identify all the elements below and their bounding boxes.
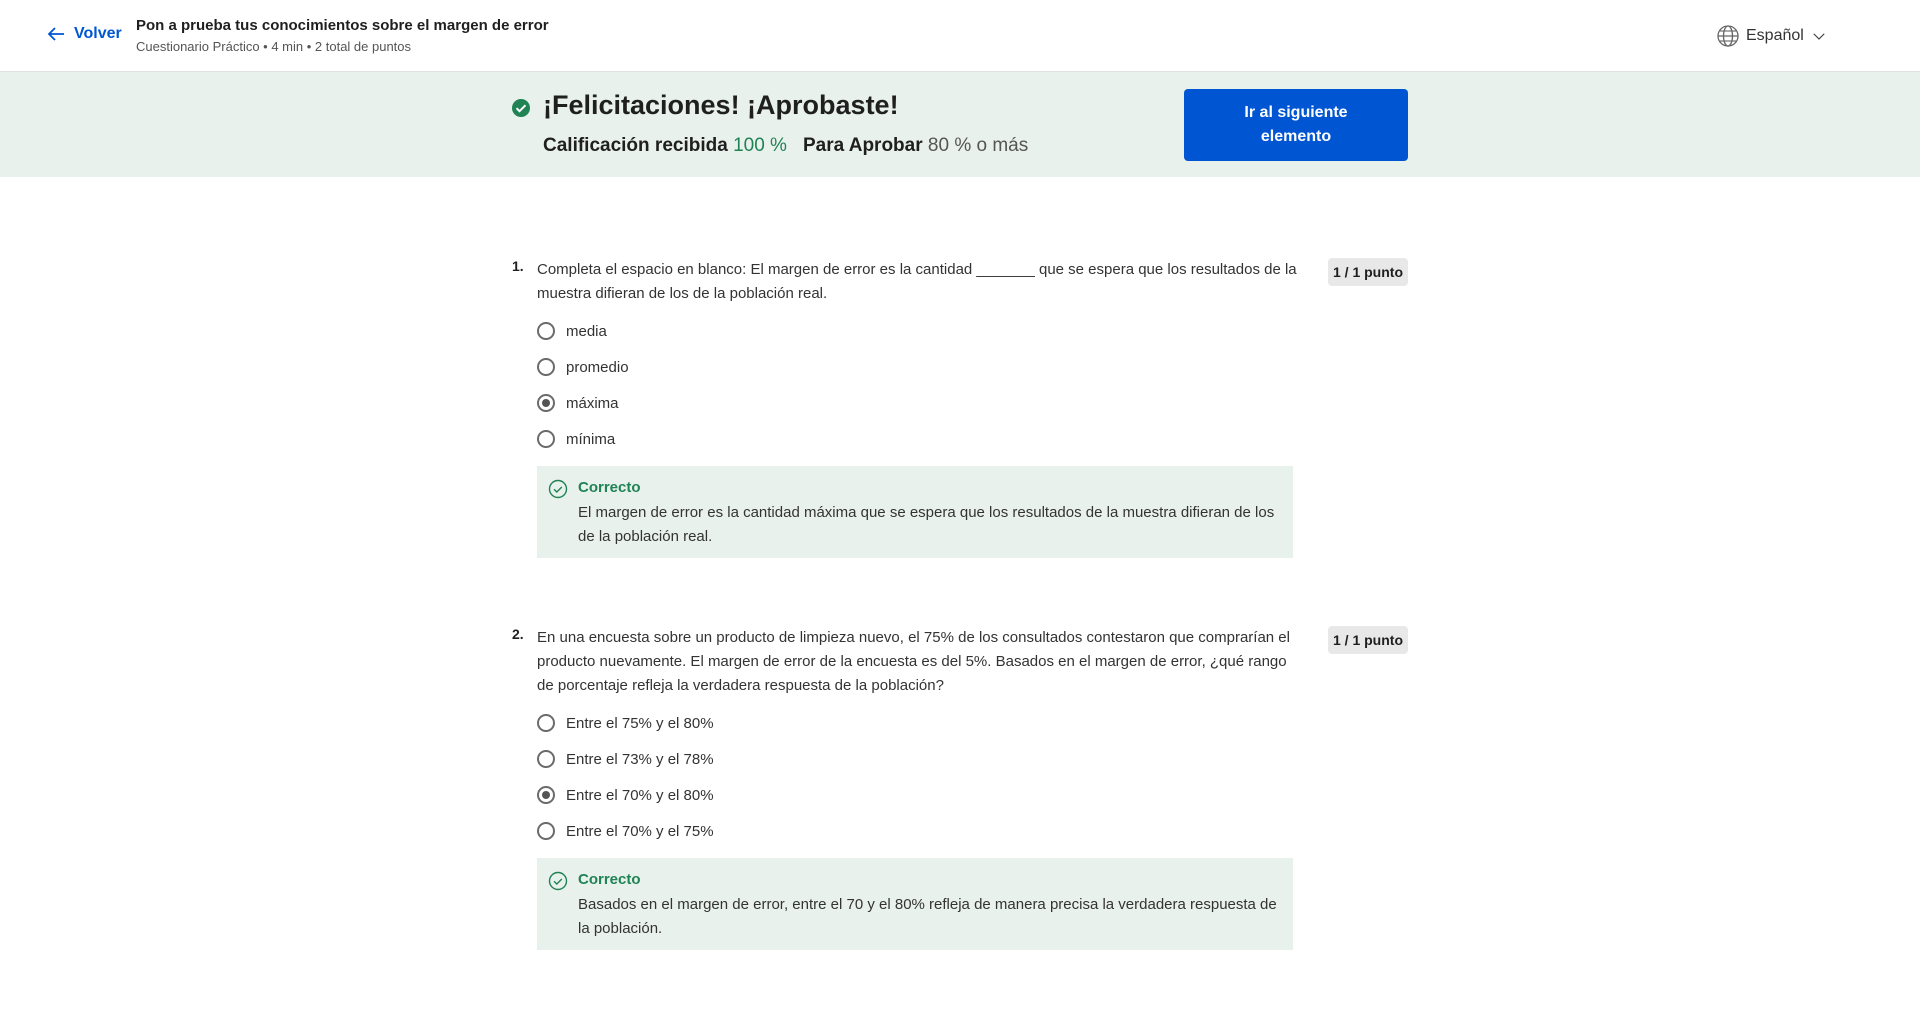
option-label: media xyxy=(566,322,607,340)
option-label: Entre el 75% y el 80% xyxy=(566,714,714,732)
radio-button[interactable] xyxy=(537,822,555,840)
question-number: 1. xyxy=(512,258,524,274)
question-text: Completa el espacio en blanco: El margen… xyxy=(537,261,1297,302)
language-label: Español xyxy=(1746,27,1804,44)
radio-button[interactable] xyxy=(537,430,555,448)
check-circle-icon xyxy=(512,99,530,117)
radio-button[interactable] xyxy=(537,358,555,376)
quiz-title: Pon a prueba tus conocimientos sobre el … xyxy=(136,17,549,34)
pass-label: Para Aprobar xyxy=(802,135,923,156)
check-circle-outline-icon xyxy=(548,479,568,499)
answer-option[interactable]: mínima xyxy=(537,430,615,448)
back-button[interactable]: Volver xyxy=(46,24,122,44)
quiz-subtitle: Cuestionario Práctico • 4 min • 2 total … xyxy=(136,39,412,54)
back-label: Volver xyxy=(74,25,122,42)
answer-option[interactable]: máxima xyxy=(537,394,619,412)
option-label: Entre el 73% y el 78% xyxy=(566,750,714,768)
chevron-down-icon xyxy=(1813,33,1825,40)
arrow-left-icon xyxy=(47,27,64,41)
question-number: 2. xyxy=(512,626,524,642)
next-item-button[interactable]: Ir al siguiente elemento xyxy=(1184,89,1408,161)
feedback-title: Correcto xyxy=(578,871,641,888)
answer-option[interactable]: Entre el 70% y el 75% xyxy=(537,822,714,840)
answer-option[interactable]: Entre el 70% y el 80% xyxy=(537,786,714,804)
option-label: máxima xyxy=(566,394,619,412)
points-badge: 1 / 1 punto xyxy=(1328,626,1408,654)
result-heading: ¡Felicitaciones! ¡Aprobaste! xyxy=(543,90,899,120)
option-label: Entre el 70% y el 80% xyxy=(566,786,714,804)
radio-button[interactable] xyxy=(537,322,555,340)
points-badge: 1 / 1 punto xyxy=(1328,258,1408,286)
answer-option[interactable]: Entre el 75% y el 80% xyxy=(537,714,714,732)
radio-button-selected[interactable] xyxy=(537,786,555,804)
language-selector[interactable]: Español xyxy=(1716,24,1828,48)
grade-value: 100 % xyxy=(733,135,787,156)
answer-option[interactable]: media xyxy=(537,322,607,340)
pass-value: 80 % o más xyxy=(927,135,1029,156)
feedback-box: Correcto El margen de error es la cantid… xyxy=(537,466,1293,558)
feedback-box: Correcto Basados en el margen de error, … xyxy=(537,858,1293,950)
globe-icon xyxy=(1717,25,1739,47)
radio-button-selected[interactable] xyxy=(537,394,555,412)
answer-option[interactable]: Entre el 73% y el 78% xyxy=(537,750,714,768)
feedback-title: Correcto xyxy=(578,479,641,496)
check-circle-outline-icon xyxy=(548,871,568,891)
grade-summary: Calificación recibida 100 % Para Aprobar… xyxy=(543,135,1028,157)
radio-button[interactable] xyxy=(537,750,555,768)
grade-label: Calificación recibida xyxy=(543,135,728,156)
result-banner: ¡Felicitaciones! ¡Aprobaste! Calificació… xyxy=(0,72,1920,177)
top-bar: Volver Pon a prueba tus conocimientos so… xyxy=(0,0,1920,72)
radio-button[interactable] xyxy=(537,714,555,732)
answer-option[interactable]: promedio xyxy=(537,358,629,376)
option-label: promedio xyxy=(566,358,629,376)
quiz-title-block: Pon a prueba tus conocimientos sobre el … xyxy=(136,17,549,54)
option-label: Entre el 70% y el 75% xyxy=(566,822,714,840)
feedback-text: El margen de error es la cantidad máxima… xyxy=(578,504,1275,545)
question-text: En una encuesta sobre un producto de lim… xyxy=(537,629,1290,694)
feedback-text: Basados en el margen de error, entre el … xyxy=(578,896,1277,937)
option-label: mínima xyxy=(566,430,616,448)
